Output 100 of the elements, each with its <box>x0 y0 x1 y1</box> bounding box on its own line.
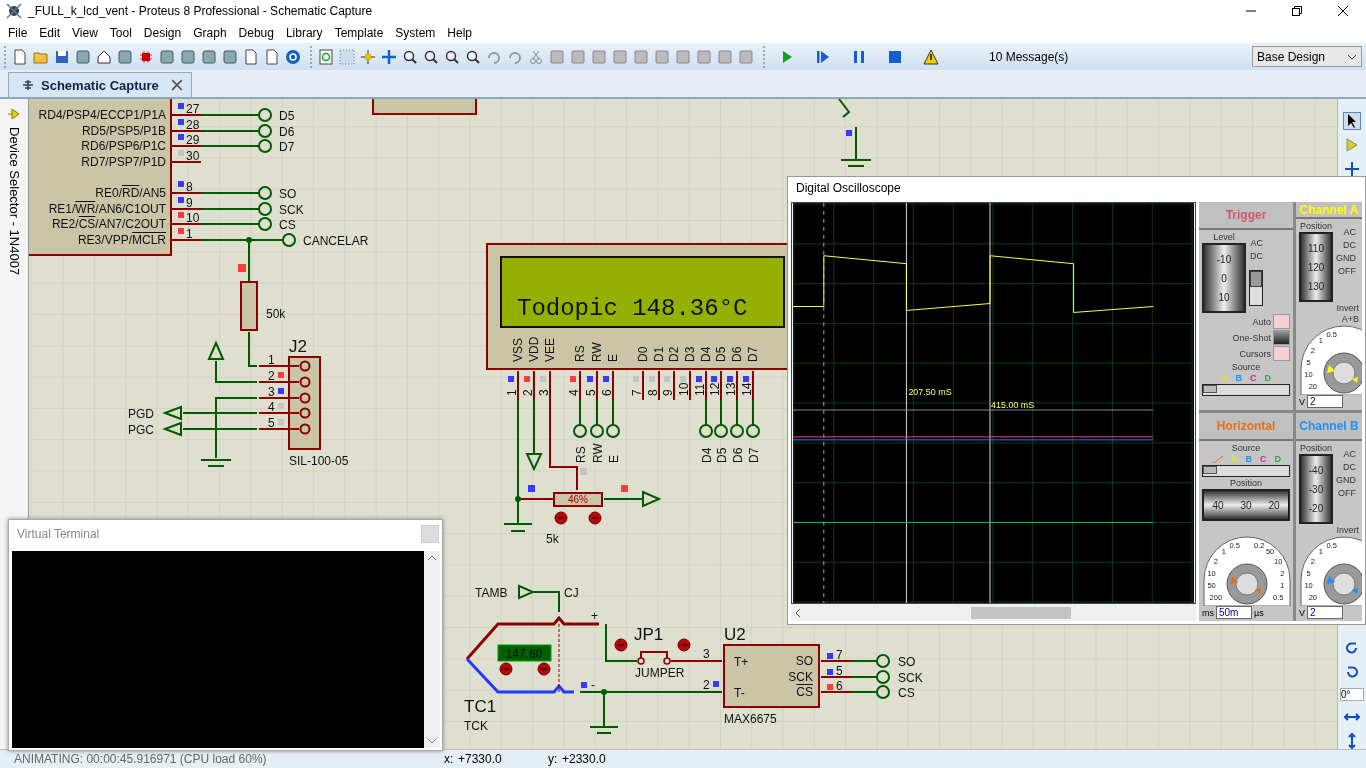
step-icon[interactable] <box>815 48 831 65</box>
device-selector-title[interactable]: Device Selector - 1N4007 <box>6 127 22 276</box>
move-icon[interactable] <box>381 48 397 65</box>
probe-icon <box>677 638 691 652</box>
window-title: Virtual Terminal <box>17 526 100 541</box>
slider-thumb[interactable] <box>1203 466 1217 474</box>
pause-icon[interactable] <box>851 48 867 65</box>
value-field[interactable]: 2 <box>1307 395 1343 408</box>
terminal-icon <box>876 670 890 684</box>
tab[interactable]: Schematic Capture <box>8 72 192 97</box>
pin-name: E <box>606 354 620 362</box>
net-label: D4 <box>700 447 714 463</box>
refresh-icon[interactable] <box>318 48 334 65</box>
slope-switch[interactable] <box>1249 270 1263 306</box>
window-title: Digital Oscilloscope <box>796 181 901 195</box>
design-dropdown[interactable]: Base Design <box>1252 46 1362 67</box>
pin-name: RD6/PSP6/P1C <box>80 138 166 154</box>
pin-line <box>171 223 202 225</box>
scrollbar[interactable] <box>424 551 440 748</box>
cut-icon[interactable] <box>528 48 544 65</box>
pin-line <box>258 397 300 399</box>
junction-dot <box>515 496 521 502</box>
rotate-counterclockwise-icon[interactable] <box>1344 664 1360 680</box>
menu-item[interactable]: System <box>389 25 442 40</box>
menu-item[interactable]: Graph <box>187 25 233 40</box>
level-drum[interactable]: -10 0 10 <box>1202 243 1246 313</box>
angle-field[interactable]: 0° <box>1340 688 1364 701</box>
toggle-button[interactable] <box>1273 314 1290 329</box>
chip-ref: U2 <box>724 625 746 644</box>
value-field[interactable]: 50m <box>1216 606 1252 619</box>
power-icon <box>207 340 225 360</box>
scale-label: -10 <box>1216 253 1232 265</box>
menu-item[interactable]: Design <box>137 25 188 40</box>
bom-icon[interactable] <box>243 48 259 65</box>
pin-name: RE0/RD/AN5 <box>94 185 166 201</box>
menu-item[interactable]: Edit <box>33 25 67 40</box>
menu-item[interactable]: Help <box>441 25 479 40</box>
new-file-icon[interactable] <box>12 48 28 65</box>
pin-line <box>258 412 300 414</box>
position-drum[interactable]: 40 30 20 <box>1202 489 1290 521</box>
menu-item[interactable]: Tool <box>103 25 138 40</box>
terminal-icon <box>606 424 620 438</box>
chip-icon[interactable] <box>138 48 154 65</box>
resistor <box>240 281 258 331</box>
pin-line <box>642 370 644 401</box>
source-slider[interactable] <box>1202 384 1290 396</box>
invert-label: Invert <box>1336 525 1359 535</box>
dial-knob[interactable] <box>1299 536 1362 606</box>
crosshair-icon[interactable] <box>360 48 376 65</box>
pin-line <box>258 428 300 430</box>
messages-count[interactable]: 10 Message(s) <box>989 49 1139 64</box>
menu-item[interactable]: View <box>66 25 104 40</box>
cursor-icon[interactable] <box>1344 113 1360 129</box>
pin-number: 5 <box>268 416 275 430</box>
help-icon[interactable] <box>285 48 301 65</box>
zoom-out-icon[interactable] <box>423 48 439 65</box>
stop-icon[interactable] <box>887 48 903 65</box>
menu-item[interactable]: File <box>2 25 34 40</box>
source-slider[interactable] <box>1202 465 1290 477</box>
scroll-left-icon[interactable] <box>795 607 801 618</box>
scrollbar[interactable] <box>791 604 1196 621</box>
scale-label: 120 <box>1307 261 1325 273</box>
report-icon[interactable] <box>264 48 280 65</box>
terminal-icon <box>876 654 890 668</box>
restore-icon[interactable] <box>1292 6 1302 16</box>
menu-item[interactable]: Debug <box>232 25 280 40</box>
pin-line <box>171 145 202 147</box>
source-letter: A <box>1221 373 1228 383</box>
junction-icon[interactable] <box>1344 161 1360 177</box>
terminal-icon <box>746 424 760 438</box>
slider-thumb[interactable] <box>1203 385 1217 393</box>
wire <box>200 114 260 116</box>
menu-item[interactable]: Template <box>328 25 390 40</box>
dial-knob[interactable] <box>1299 325 1362 395</box>
zoom-in-icon[interactable] <box>402 48 418 65</box>
position-drum[interactable]: 110 120 130 <box>1299 232 1333 302</box>
rotate-clockwise-icon[interactable] <box>1344 640 1360 656</box>
wire <box>612 399 614 426</box>
component-mode-icon[interactable] <box>1344 137 1360 153</box>
toggle-button[interactable] <box>1273 346 1290 361</box>
value-field[interactable]: 2 <box>1307 606 1343 619</box>
wire <box>850 676 878 678</box>
menu-item[interactable]: Library <box>279 25 329 40</box>
position-drum[interactable]: -40 -30 -20 <box>1299 454 1333 524</box>
close-icon[interactable] <box>1338 6 1348 16</box>
scroll-up-icon[interactable] <box>427 555 437 561</box>
zoom-area-icon[interactable] <box>465 48 481 65</box>
house-icon[interactable] <box>96 48 112 65</box>
source-letter: D <box>1274 454 1281 464</box>
zoom-all-icon[interactable] <box>444 48 460 65</box>
pin-number: 11 <box>693 383 707 396</box>
scroll-down-icon[interactable] <box>427 738 437 744</box>
pin-name: D1 <box>652 346 666 362</box>
wire <box>603 498 643 500</box>
save-icon[interactable] <box>54 48 70 65</box>
net-label: RS <box>574 446 588 463</box>
toggle-button[interactable] <box>1273 330 1290 345</box>
dial-knob[interactable] <box>1202 536 1292 606</box>
pin-icon[interactable] <box>7 107 21 121</box>
warning-icon[interactable] <box>923 48 939 65</box>
